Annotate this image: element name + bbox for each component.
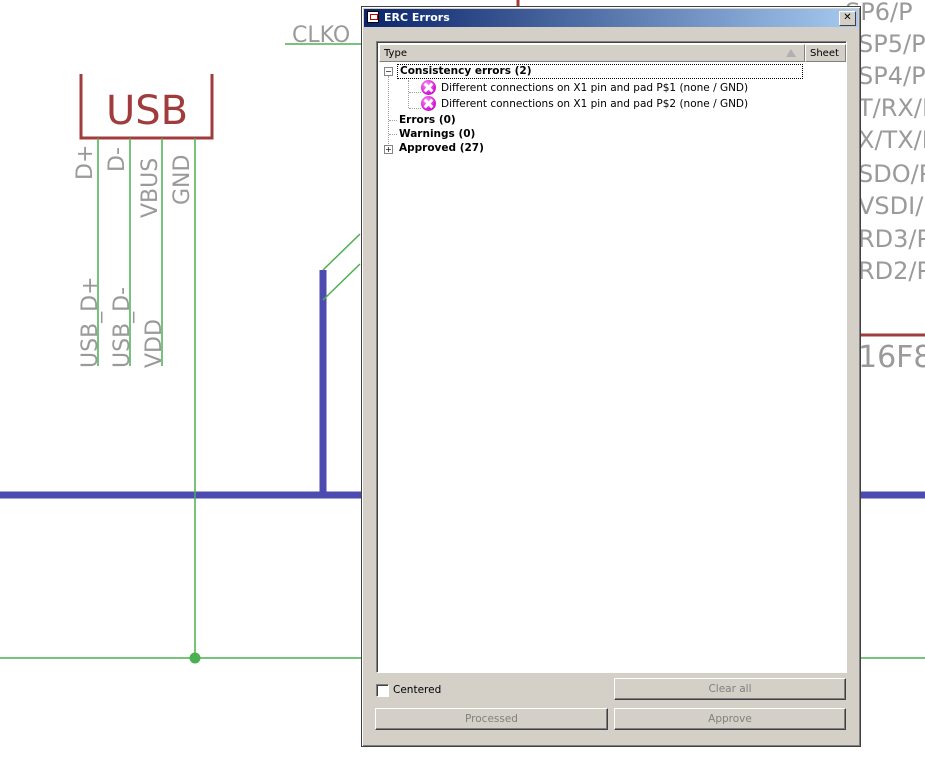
column-header-type[interactable]: Type	[379, 44, 805, 62]
error-x-icon	[421, 80, 436, 95]
tree-item-approved[interactable]: Approved (27)	[399, 142, 484, 155]
error-x-icon	[421, 96, 436, 111]
close-button[interactable]: ✕	[839, 11, 856, 26]
erc-tree-list[interactable]: Type Sheet − Consistency errors (2) Diff…	[376, 41, 847, 673]
mcu-pin-label: SP4/P	[858, 62, 925, 90]
bus-entry-1	[322, 233, 361, 271]
bus-entry-2	[322, 263, 361, 301]
mcu-pin-label: SDO/P	[858, 160, 925, 188]
tree-item-label: Consistency errors (2)	[400, 65, 532, 77]
mcu-part-name: 16F8	[858, 340, 925, 375]
tree-item-error[interactable]: Different connections on X1 pin and pad …	[421, 96, 821, 112]
mcu-pin-label: X/TX/P	[858, 126, 925, 154]
mcu-pin-label: T/RX/P	[857, 94, 925, 122]
net-label-clko: CLKO	[292, 23, 350, 48]
error-message: Different connections on X1 pin and pad …	[441, 98, 749, 110]
expand-approved-toggle[interactable]: +	[384, 145, 393, 154]
erc-dialog[interactable]: ERC Errors ✕ Type Sheet − Consistency er…	[361, 6, 861, 747]
error-message: Different connections on X1 pin and pad …	[441, 82, 749, 94]
centered-checkbox[interactable]	[376, 684, 389, 697]
net-label-usb-dminus: USB_D-	[110, 287, 135, 368]
mcu-pin-label: VSDI/P	[858, 192, 925, 220]
junction-dot	[189, 652, 201, 664]
mcu-pin-label: SP5/P	[858, 30, 925, 58]
dialog-titlebar[interactable]: ERC Errors ✕	[364, 9, 858, 27]
sort-ascending-icon	[786, 49, 796, 57]
tree-item-consistency-errors[interactable]: Consistency errors (2)	[397, 64, 803, 79]
tree-item-error[interactable]: Different connections on X1 pin and pad …	[421, 80, 821, 96]
approve-button[interactable]: Approve	[614, 708, 846, 730]
pin-label-dminus: D-	[105, 147, 130, 172]
processed-button[interactable]: Processed	[375, 708, 608, 730]
pin-label-dplus: D+	[73, 145, 98, 180]
usb-symbol-label: USB	[106, 88, 188, 134]
centered-label: Centered	[393, 684, 442, 696]
collapse-consistency-toggle[interactable]: −	[384, 67, 393, 76]
list-header: Type Sheet	[379, 44, 846, 62]
tree-item-warnings[interactable]: Warnings (0)	[399, 128, 475, 141]
net-label-usb-dplus: USB_D+	[78, 276, 103, 368]
mcu-pin-label: RD3/P	[858, 225, 925, 253]
dialog-title: ERC Errors	[384, 11, 450, 24]
pin-label-gnd: GND	[170, 155, 195, 205]
tree-item-errors[interactable]: Errors (0)	[399, 114, 456, 127]
app-icon	[367, 11, 379, 23]
column-header-sheet-label: Sheet	[810, 48, 839, 59]
mcu-pin-label: RD2/P	[858, 257, 925, 285]
column-header-sheet[interactable]: Sheet	[805, 44, 846, 62]
net-label-vdd: VDD	[142, 319, 167, 368]
clear-all-button[interactable]: Clear all	[614, 678, 846, 700]
column-header-type-label: Type	[384, 48, 407, 59]
pin-label-vbus: VBUS	[138, 158, 163, 218]
